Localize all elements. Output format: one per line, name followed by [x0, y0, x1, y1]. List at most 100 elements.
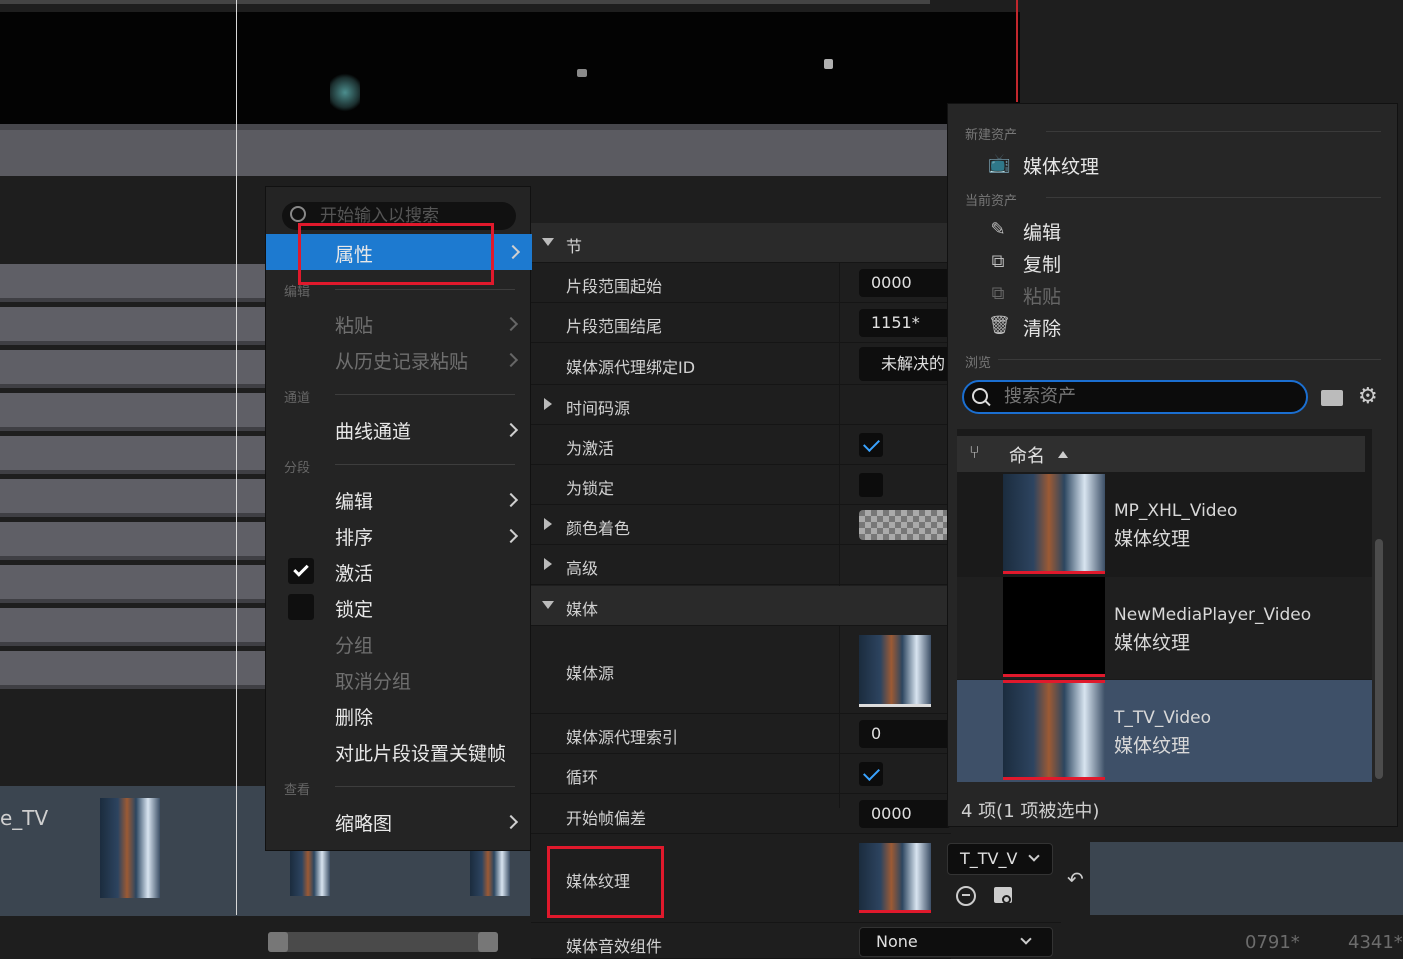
- loop-checkbox[interactable]: [859, 762, 883, 786]
- start-offset-input[interactable]: 0000: [859, 800, 951, 828]
- is-locked-row: 为锁定: [531, 465, 951, 505]
- section-header-label: 节: [566, 237, 583, 256]
- is-locked-checkbox[interactable]: [859, 473, 883, 497]
- paste-icon: ⧉: [991, 283, 1005, 304]
- gear-icon[interactable]: ⚙: [1358, 386, 1380, 408]
- menu-item-delete[interactable]: 删除: [335, 703, 373, 730]
- top-bar: [0, 0, 930, 4]
- track-row[interactable]: [0, 565, 265, 603]
- menu-item-locked[interactable]: 锁定: [335, 595, 373, 622]
- menu-item-key-section[interactable]: 对此片段设置关键帧: [335, 739, 506, 766]
- chevron-right-icon: [505, 244, 521, 260]
- locked-checkbox[interactable]: [288, 594, 314, 620]
- menu-item-paste-history[interactable]: 从历史记录粘贴: [335, 347, 468, 374]
- active-checkbox[interactable]: [288, 558, 314, 584]
- new-media-texture-item[interactable]: 媒体纹理: [1023, 152, 1099, 179]
- section-label-channels: 通道: [284, 391, 311, 406]
- folder-icon[interactable]: [1321, 390, 1343, 406]
- proxy-index-input[interactable]: 0: [859, 720, 951, 748]
- checkmark-icon: [293, 561, 309, 577]
- chevron-right-icon: [503, 528, 519, 544]
- menu-item-edit[interactable]: 编辑: [335, 487, 373, 514]
- copy-item[interactable]: 复制: [1023, 250, 1061, 277]
- track-row[interactable]: [0, 479, 265, 517]
- current-asset-header: 当前资产: [965, 194, 1018, 209]
- media-texture-thumbnail[interactable]: [859, 843, 931, 913]
- track-row[interactable]: [0, 436, 265, 474]
- asset-count: 4 项(1 项被选中): [961, 801, 1100, 822]
- chevron-down-icon: [1020, 933, 1032, 945]
- asset-name: T_TV_Video: [1114, 708, 1212, 728]
- branch-icon: ⑂: [969, 442, 980, 463]
- range-start-input[interactable]: 0000: [859, 269, 951, 297]
- preview-sparkle: [330, 70, 360, 115]
- loop-row: 循环: [531, 754, 951, 794]
- collapse-icon: [542, 601, 554, 609]
- use-selected-icon[interactable]: [956, 886, 976, 906]
- edit-item[interactable]: 编辑: [1023, 218, 1061, 245]
- asset-row[interactable]: MP_XHL_Video 媒体纹理: [957, 474, 1372, 576]
- browse-header: 浏览: [965, 356, 992, 371]
- asset-search-input[interactable]: 搜索资产: [962, 380, 1308, 414]
- reset-arrow-icon[interactable]: ↶: [1067, 867, 1084, 891]
- media-source-thumbnail[interactable]: [859, 635, 931, 707]
- paste-item[interactable]: 粘贴: [1023, 282, 1061, 309]
- color-swatch[interactable]: [859, 510, 951, 540]
- section-bar[interactable]: [0, 124, 1020, 176]
- menu-item-curve-channels[interactable]: 曲线通道: [335, 417, 411, 444]
- section-label-view: 查看: [284, 783, 311, 798]
- start-offset-row: 开始帧偏差 0000: [531, 794, 951, 834]
- proxy-binding-button[interactable]: 未解决的: [859, 347, 951, 381]
- menu-item-active[interactable]: 激活: [335, 559, 373, 586]
- expand-icon: [544, 518, 552, 530]
- section-header[interactable]: 节: [531, 223, 951, 263]
- pencil-icon: ✎: [990, 219, 1006, 240]
- asset-type: 媒体纹理: [1114, 735, 1191, 757]
- media-section-thumbnails-right[interactable]: [1090, 842, 1403, 915]
- playhead[interactable]: [236, 0, 237, 915]
- menu-item-ungroup[interactable]: 取消分组: [335, 667, 411, 694]
- asset-list-scrollbar[interactable]: [1375, 539, 1383, 779]
- asset-row[interactable]: NewMediaPlayer_Video 媒体纹理: [957, 577, 1372, 679]
- browse-folder-icon[interactable]: [994, 887, 1012, 904]
- audio-dropdown[interactable]: None: [859, 927, 1053, 957]
- asset-list-header[interactable]: ⑂ 命名: [957, 436, 1365, 472]
- color-tint-row: 颜色着色: [531, 505, 951, 545]
- is-locked-label: 为锁定: [566, 479, 615, 498]
- menu-item-paste[interactable]: 粘贴: [335, 311, 373, 338]
- media-header[interactable]: 媒体: [531, 586, 951, 626]
- sort-ascending-icon: [1058, 451, 1068, 458]
- track-row[interactable]: [0, 350, 265, 388]
- start-offset-label: 开始帧偏差: [566, 809, 647, 828]
- frame-readout-left: 0791*: [1245, 932, 1300, 953]
- menu-item-thumbnail[interactable]: 缩略图: [335, 809, 392, 836]
- clear-item[interactable]: 清除: [1023, 314, 1061, 341]
- chevron-right-icon: [503, 492, 519, 508]
- menu-item-sort[interactable]: 排序: [335, 523, 373, 550]
- advanced-row[interactable]: 高级: [531, 545, 951, 585]
- loop-label: 循环: [566, 768, 599, 787]
- timecode-row[interactable]: 时间码源: [531, 385, 951, 425]
- track-row[interactable]: [0, 651, 265, 689]
- proxy-binding-row: 媒体源代理绑定ID 未解决的: [531, 343, 951, 385]
- divider: [335, 394, 515, 395]
- is-active-checkbox[interactable]: [859, 433, 883, 457]
- section-preview: [0, 12, 1020, 124]
- end-marker: [1016, 0, 1018, 102]
- track-row[interactable]: [0, 393, 265, 431]
- track-row[interactable]: [0, 264, 265, 302]
- range-end-input[interactable]: 1151*: [859, 309, 951, 337]
- track-row[interactable]: [0, 307, 265, 345]
- divider: [998, 359, 1381, 360]
- timeline-scrollbar[interactable]: [268, 932, 498, 952]
- is-active-label: 为激活: [566, 439, 615, 458]
- tv-icon: 📺: [988, 153, 1011, 174]
- track-row[interactable]: [0, 522, 265, 560]
- menu-item-group[interactable]: 分组: [335, 631, 373, 658]
- asset-row-selected[interactable]: T_TV_Video 媒体纹理: [957, 680, 1372, 782]
- media-texture-dropdown[interactable]: T_TV_V: [947, 843, 1053, 875]
- audio-row: 媒体音效组件 None: [531, 923, 1053, 959]
- track-row[interactable]: [0, 608, 265, 646]
- search-icon: [290, 206, 306, 222]
- asset-type: 媒体纹理: [1114, 632, 1191, 654]
